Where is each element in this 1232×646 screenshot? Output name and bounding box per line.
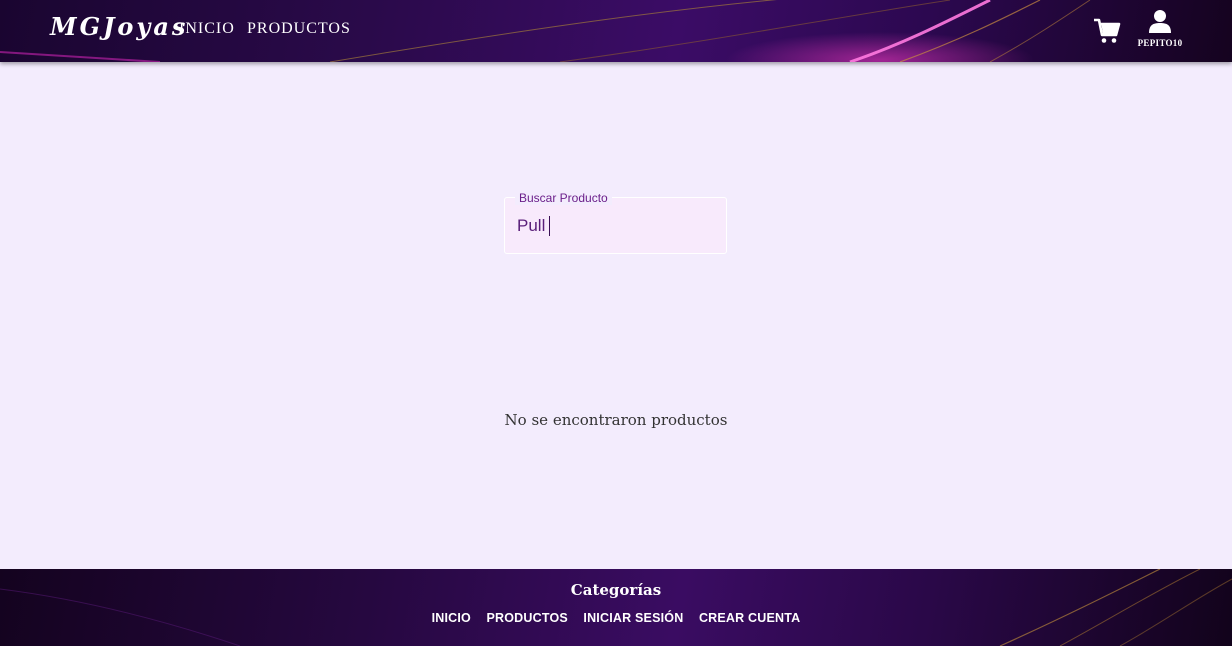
site-footer: Categorías INICIO PRODUCTOS INICIAR SESI… <box>0 569 1232 646</box>
footer-nav: INICIO PRODUCTOS INICIAR SESIÓN CREAR CU… <box>0 611 1232 625</box>
nav-inicio[interactable]: INICIO <box>179 20 235 38</box>
footer-link-crear-cuenta[interactable]: CREAR CUENTA <box>699 611 800 625</box>
no-results-message: No se encontraron productos <box>504 411 728 429</box>
username-label: PEPITO10 <box>1137 38 1183 48</box>
footer-link-iniciar-sesion[interactable]: INICIAR SESIÓN <box>583 611 683 625</box>
search-input[interactable] <box>517 214 717 238</box>
search-field[interactable]: Buscar Producto <box>504 191 727 254</box>
site-logo[interactable]: MGJoyas <box>50 12 188 41</box>
footer-title: Categorías <box>570 581 662 599</box>
footer-link-inicio[interactable]: INICIO <box>432 611 471 625</box>
footer-link-productos[interactable]: PRODUCTOS <box>486 611 567 625</box>
text-cursor <box>549 216 550 236</box>
site-header: MGJoyas INICIO PRODUCTOS PEPITO10 <box>0 0 1232 62</box>
user-icon <box>1149 10 1171 33</box>
cart-button[interactable] <box>1092 16 1122 46</box>
nav-productos[interactable]: PRODUCTOS <box>247 20 351 38</box>
search-label: Buscar Producto <box>515 191 612 205</box>
user-menu-button[interactable]: PEPITO10 <box>1132 9 1188 49</box>
shopping-cart-icon <box>1094 18 1121 43</box>
